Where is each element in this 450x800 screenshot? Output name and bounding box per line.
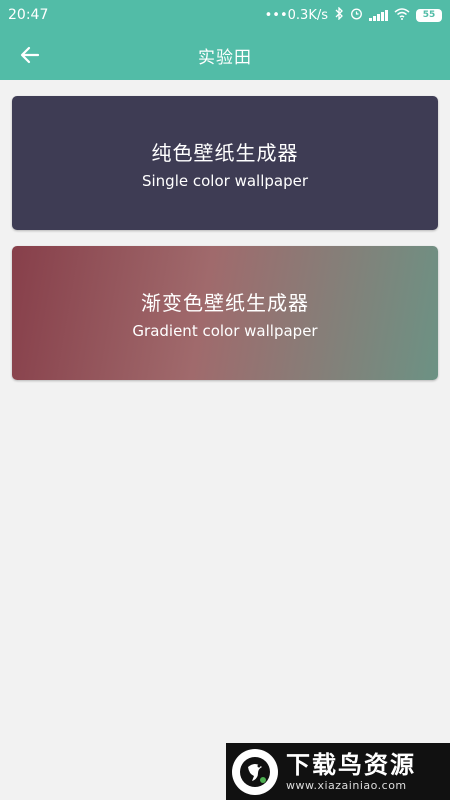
battery-icon: 55: [416, 8, 442, 22]
watermark-url: www.xiazainiao.com: [286, 779, 407, 792]
arrow-left-icon: [20, 46, 40, 64]
card-subtitle: Single color wallpaper: [141, 171, 308, 190]
card-title: 渐变色壁纸生成器: [141, 290, 309, 315]
app-bar: 实验田: [0, 30, 450, 80]
gradient-color-wallpaper-card[interactable]: 渐变色壁纸生成器 Gradient color wallpaper: [12, 246, 438, 380]
alarm-icon: [350, 7, 363, 23]
wifi-icon: [394, 7, 410, 23]
watermark-name: 下载鸟资源: [286, 751, 416, 779]
signal-icon: [369, 9, 388, 21]
status-time: 20:47: [8, 7, 49, 23]
card-subtitle: Gradient color wallpaper: [132, 321, 318, 340]
back-button[interactable]: [14, 40, 46, 70]
network-speed: •••0.3K/s: [264, 7, 328, 23]
status-indicators: •••0.3K/s 55: [264, 6, 442, 23]
card-title: 纯色壁纸生成器: [151, 140, 299, 165]
bird-logo-icon: [232, 748, 278, 795]
single-color-wallpaper-card[interactable]: 纯色壁纸生成器 Single color wallpaper: [12, 96, 438, 230]
bluetooth-icon: [334, 6, 344, 23]
page-title: 实验田: [198, 47, 252, 68]
watermark-banner: 下载鸟资源 www.xiazainiao.com: [226, 743, 450, 800]
status-bar: 20:47 •••0.3K/s 55: [0, 0, 450, 30]
